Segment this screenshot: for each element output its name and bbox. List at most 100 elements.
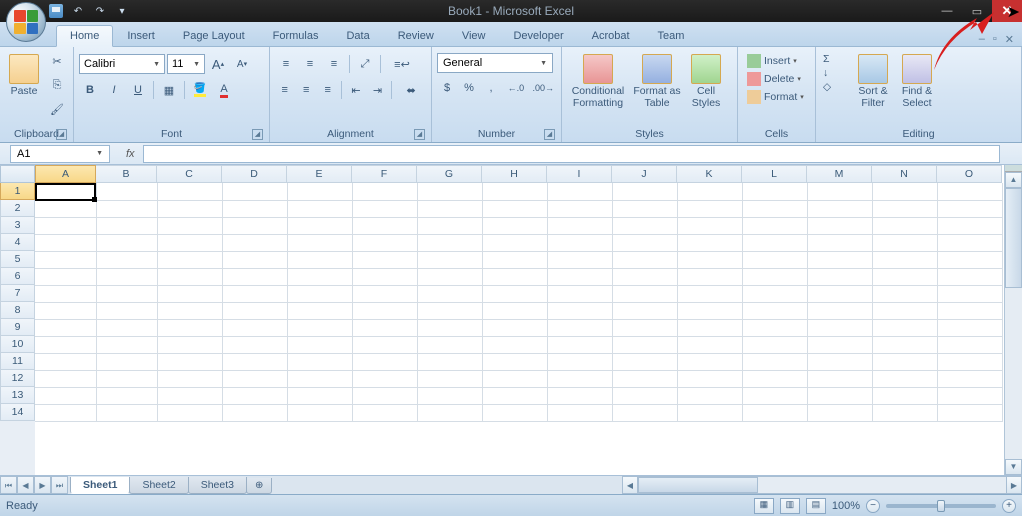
decrease-decimal-button[interactable]: .00→ [531,77,556,99]
minimize-button[interactable]: — [932,0,962,22]
autosum-button[interactable]: Σ [821,52,849,66]
zoom-out-button[interactable]: − [866,499,880,513]
decrease-indent-button[interactable]: ⇤ [346,79,365,101]
column-header-N[interactable]: N [872,165,937,183]
column-header-K[interactable]: K [677,165,742,183]
tab-review[interactable]: Review [384,25,448,46]
increase-decimal-button[interactable]: ←.0 [503,77,528,99]
underline-button[interactable]: U [127,79,149,101]
cell-area[interactable] [35,183,1003,422]
increase-indent-button[interactable]: ⇥ [368,79,387,101]
scroll-track[interactable] [1005,288,1022,459]
select-all-button[interactable] [0,165,35,183]
format-painter-button[interactable]: 🖌 [46,98,68,120]
borders-button[interactable]: ▦ [158,79,180,101]
bold-button[interactable]: B [79,79,101,101]
row-header-7[interactable]: 7 [0,285,35,302]
row-header-14[interactable]: 14 [0,404,35,421]
redo-button[interactable]: ↷ [92,3,108,19]
number-format-combo[interactable]: General▼ [437,53,553,73]
merge-center-button[interactable]: ⬌ [396,79,426,101]
cut-button[interactable]: ✂ [46,50,68,72]
cell-styles-button[interactable]: Cell Styles [685,50,727,127]
align-middle-button[interactable]: ≡ [299,53,321,75]
scroll-left-button[interactable]: ◀ [622,476,638,494]
page-break-view-button[interactable]: ▤ [806,498,826,514]
font-dialog-launcher[interactable]: ◢ [252,129,263,140]
undo-button[interactable]: ↶ [70,3,86,19]
delete-cells-button[interactable]: Delete ▾ [743,70,810,88]
sheet-tab-3[interactable]: Sheet3 [188,477,247,494]
fill-button[interactable]: ↓ [821,66,849,80]
last-sheet-button[interactable]: ⏭ [51,476,68,494]
column-header-I[interactable]: I [547,165,612,183]
row-header-2[interactable]: 2 [0,200,35,217]
conditional-formatting-button[interactable]: Conditional Formatting [567,50,629,127]
column-header-G[interactable]: G [417,165,482,183]
formula-input[interactable] [143,145,1000,163]
align-left-button[interactable]: ≡ [275,79,294,101]
align-top-button[interactable]: ≡ [275,53,297,75]
first-sheet-button[interactable]: ⏮ [0,476,17,494]
comma-button[interactable]: , [481,77,501,99]
copy-button[interactable]: ⎘ [46,74,68,96]
align-center-button[interactable]: ≡ [296,79,315,101]
save-button[interactable] [48,3,64,19]
sort-filter-button[interactable]: Sort & Filter [852,50,894,127]
fill-color-button[interactable]: 🪣 [189,79,211,101]
tab-formulas[interactable]: Formulas [259,25,333,46]
sheet-tab-2[interactable]: Sheet2 [129,477,188,494]
row-header-5[interactable]: 5 [0,251,35,268]
shrink-font-button[interactable]: A▾ [231,53,253,75]
tab-view[interactable]: View [448,25,500,46]
clear-button[interactable]: ◇ [821,80,849,94]
new-sheet-button[interactable]: ⊕ [246,478,272,494]
row-header-10[interactable]: 10 [0,336,35,353]
qat-customize-button[interactable]: ▾ [114,3,130,19]
scroll-right-button[interactable]: ▶ [1006,476,1022,494]
zoom-in-button[interactable]: + [1002,499,1016,513]
insert-cells-button[interactable]: Insert ▾ [743,52,810,70]
row-header-9[interactable]: 9 [0,319,35,336]
fx-icon[interactable]: fx [126,148,135,160]
column-header-D[interactable]: D [222,165,287,183]
hscroll-thumb[interactable] [638,477,758,493]
grow-font-button[interactable]: A▴ [207,53,229,75]
column-header-E[interactable]: E [287,165,352,183]
clipboard-dialog-launcher[interactable]: ◢ [56,129,67,140]
tab-developer[interactable]: Developer [499,25,577,46]
horizontal-scrollbar[interactable]: ◀ ▶ [622,476,1022,494]
font-size-combo[interactable]: 11▼ [167,54,205,74]
column-header-O[interactable]: O [937,165,1002,183]
normal-view-button[interactable]: ▦ [754,498,774,514]
format-cells-button[interactable]: Format ▾ [743,88,810,106]
hscroll-track[interactable] [638,476,1006,494]
split-handle-icon[interactable] [1005,165,1022,172]
page-layout-view-button[interactable]: ▥ [780,498,800,514]
row-header-3[interactable]: 3 [0,217,35,234]
row-header-12[interactable]: 12 [0,370,35,387]
alignment-dialog-launcher[interactable]: ◢ [414,129,425,140]
sheet-tab-1[interactable]: Sheet1 [70,477,130,494]
font-name-combo[interactable]: Calibri▼ [79,54,165,74]
column-header-C[interactable]: C [157,165,222,183]
column-header-B[interactable]: B [96,165,157,183]
zoom-slider[interactable] [886,504,996,508]
tab-page-layout[interactable]: Page Layout [169,25,259,46]
zoom-slider-thumb[interactable] [937,500,945,512]
column-header-M[interactable]: M [807,165,872,183]
doc-restore-button[interactable]: ▫ [993,33,997,46]
align-right-button[interactable]: ≡ [318,79,337,101]
scroll-down-button[interactable]: ▼ [1005,459,1022,475]
doc-minimize-button[interactable]: – [979,33,985,46]
tab-acrobat[interactable]: Acrobat [578,25,644,46]
tab-insert[interactable]: Insert [113,25,169,46]
prev-sheet-button[interactable]: ◀ [17,476,34,494]
align-bottom-button[interactable]: ≡ [323,53,345,75]
column-header-A[interactable]: A [35,165,96,183]
name-box[interactable]: A1▼ [10,145,110,163]
next-sheet-button[interactable]: ▶ [34,476,51,494]
column-header-L[interactable]: L [742,165,807,183]
vertical-scrollbar[interactable]: ▲ ▼ [1004,165,1022,475]
tab-data[interactable]: Data [332,25,383,46]
